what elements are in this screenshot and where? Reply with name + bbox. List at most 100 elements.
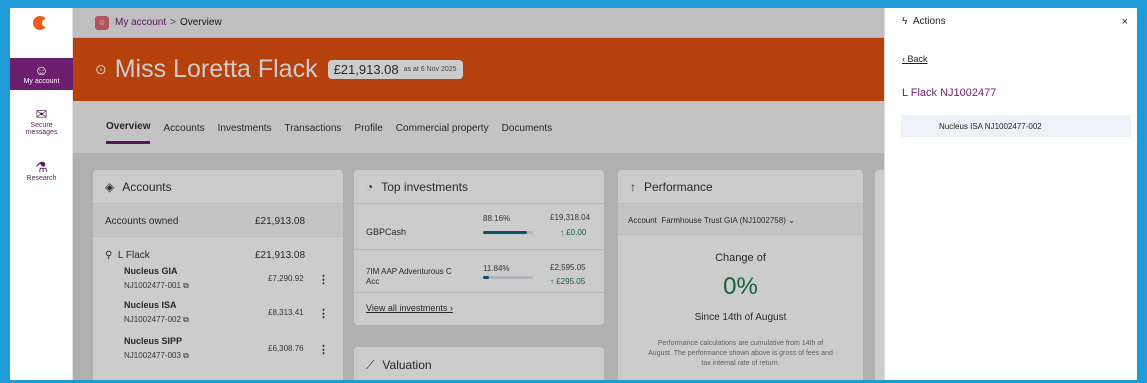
accounts-title: Accounts — [122, 179, 172, 194]
tab-accounts[interactable]: Accounts — [163, 112, 204, 143]
performance-title: Performance — [644, 179, 713, 194]
account-ref: NJ1002477-001 ⧉ — [124, 281, 189, 290]
pie-chart-icon: ◔ — [366, 179, 374, 194]
close-icon[interactable]: × — [1122, 16, 1128, 28]
accounts-owned-label: Accounts owned — [105, 216, 179, 227]
actions-drawer: ϟ Actions × ‹ Back L Flack NJ1002477 Nuc… — [884, 8, 1137, 380]
breadcrumb-link[interactable]: My account — [115, 17, 166, 28]
valuation-header: ⟋ Valuation — [354, 347, 604, 380]
valuation-title: Valuation — [382, 358, 432, 372]
person-icon: ⚲ — [105, 250, 113, 261]
balance-badge: £21,913.08 as at 6 Nov 2025 — [327, 60, 463, 79]
drawer-title: ϟ Actions — [902, 16, 946, 27]
accounts-card-header: ◈ Accounts — [93, 170, 343, 204]
tab-profile[interactable]: Profile — [354, 112, 382, 143]
balance-value: £21,913.08 — [333, 62, 399, 77]
nav-research[interactable]: ⚗ Research — [10, 159, 73, 182]
investment-bar-fill — [483, 231, 528, 234]
nav-label: My account — [23, 78, 60, 85]
chevron-right-icon: › — [449, 303, 453, 313]
valuation-card: ⟋ Valuation — [354, 347, 604, 380]
chevron-circle-icon[interactable]: ⊙ — [95, 61, 107, 78]
top-investments-header: ◔ Top investments — [354, 170, 604, 204]
tab-commercial-property[interactable]: Commercial property — [396, 112, 489, 143]
tab-documents[interactable]: Documents — [502, 112, 553, 143]
kebab-menu-icon[interactable]: ⋮ — [318, 307, 329, 320]
tab-bar: Overview Accounts Investments Transactio… — [73, 101, 884, 153]
account-name: Nucleus SIPP — [124, 336, 183, 346]
account-select[interactable]: Account Farmhouse Trust GIA (NJ1002758) … — [628, 216, 795, 225]
chevron-left-icon: ‹ — [902, 54, 905, 64]
investment-change: ↑ £295.05 — [550, 277, 586, 286]
partial-card — [875, 170, 884, 380]
layers-icon: ◈ — [105, 179, 115, 194]
account-name: Nucleus ISA — [124, 300, 177, 310]
kebab-menu-icon[interactable]: ⋮ — [318, 273, 329, 286]
investment-value: £19,318.04 — [550, 213, 591, 222]
tab-transactions[interactable]: Transactions — [285, 112, 342, 143]
investment-name: GBPCash — [366, 227, 407, 237]
copy-icon[interactable]: ⧉ — [183, 281, 189, 290]
investment-bar — [483, 231, 533, 234]
account-ref: NJ1002477-002 ⧉ — [124, 315, 189, 324]
breadcrumb-current: Overview — [179, 17, 222, 28]
performance-note-3: tax internal rate of return. — [701, 360, 780, 367]
investment-change: ↑ £0.00 — [560, 228, 587, 237]
investment-pct: 11.84% — [483, 264, 510, 273]
nav-label: Research — [26, 175, 57, 182]
accounts-owned-value: £21,913.08 — [255, 216, 306, 227]
messages-icon: ✉ — [35, 106, 48, 122]
back-link[interactable]: ‹ Back — [902, 54, 928, 64]
performance-note-2: August. The performance shown above is g… — [648, 350, 833, 357]
line-chart-icon: ⟋ — [366, 357, 375, 372]
performance-card: ↑ Performance Account Farmhouse Trust GIA… — [618, 170, 863, 380]
nav-my-account[interactable]: ☺ My account — [10, 58, 73, 90]
nav-label: Secure — [30, 122, 53, 129]
holder-row: ⚲ L Flack — [105, 250, 150, 261]
investment-bar — [483, 276, 533, 279]
account-icon: ☺ — [34, 62, 49, 78]
investment-name-line2: Acc — [366, 277, 380, 286]
breadcrumb: ☺ My account > Overview — [73, 8, 884, 38]
client-header: ⊙ Miss Loretta Flack £21,913.08 as at 6 … — [73, 38, 884, 101]
breadcrumb-separator: > — [170, 17, 176, 28]
investment-bar-fill — [483, 276, 489, 279]
investment-pct: 88.16% — [483, 214, 511, 223]
account-value: £7,290.92 — [268, 274, 304, 283]
tab-investments[interactable]: Investments — [218, 112, 272, 143]
top-investments-card: ◔ Top investments GBPCash 88.16% £19,318.… — [354, 170, 604, 325]
since-label: Since 14th of August — [694, 312, 787, 323]
holder-name: L Flack — [117, 250, 150, 261]
performance-note-1: Performance calculations are cumulative … — [657, 340, 824, 347]
research-icon: ⚗ — [35, 159, 48, 175]
chevron-down-icon: ⌄ — [788, 216, 795, 225]
nav-label-line2: messages — [25, 129, 58, 136]
account-ref: NJ1002477-003 ⧉ — [124, 351, 189, 360]
change-value: 0% — [723, 273, 758, 300]
copy-icon[interactable]: ⧉ — [183, 315, 189, 324]
kebab-menu-icon[interactable]: ⋮ — [318, 343, 329, 356]
nav-secure-messages[interactable]: ✉ Secure messages — [10, 106, 73, 136]
account-name: Nucleus GIA — [124, 266, 178, 276]
left-nav: ☺ My account ✉ Secure messages ⚗ Researc… — [10, 8, 73, 380]
change-of-label: Change of — [715, 252, 766, 264]
brand-logo — [33, 16, 51, 30]
account-badge-icon: ☺ — [95, 15, 109, 30]
performance-header: ↑ Performance — [618, 170, 863, 204]
tab-overview[interactable]: Overview — [106, 110, 151, 144]
view-all-investments-link[interactable]: View all investments › — [366, 303, 453, 313]
arrow-up-icon: ↑ — [630, 179, 636, 194]
drawer-account-title: L Flack NJ1002477 — [902, 87, 997, 99]
top-investments-title: Top investments — [381, 179, 468, 194]
copy-icon[interactable]: ⧉ — [183, 351, 189, 360]
lightning-icon: ϟ — [902, 16, 908, 27]
investment-name: 7IM AAP Adventurous C — [366, 267, 452, 276]
investment-value: £2,595.05 — [550, 263, 586, 272]
account-value: £8,313.41 — [268, 308, 304, 317]
drawer-account-item[interactable]: Nucleus ISA NJ1002477-002 — [901, 115, 1131, 137]
accounts-card: ◈ Accounts Accounts owned £21,913.08 ⚲ L … — [93, 170, 343, 380]
balance-date: as at 6 Nov 2025 — [403, 66, 457, 73]
account-value: £6,308.76 — [268, 344, 304, 353]
main-content: ☺ My account > Overview ⊙ Miss Loretta F… — [73, 8, 884, 380]
app-window: ☺ My account ✉ Secure messages ⚗ Researc… — [10, 8, 1137, 380]
